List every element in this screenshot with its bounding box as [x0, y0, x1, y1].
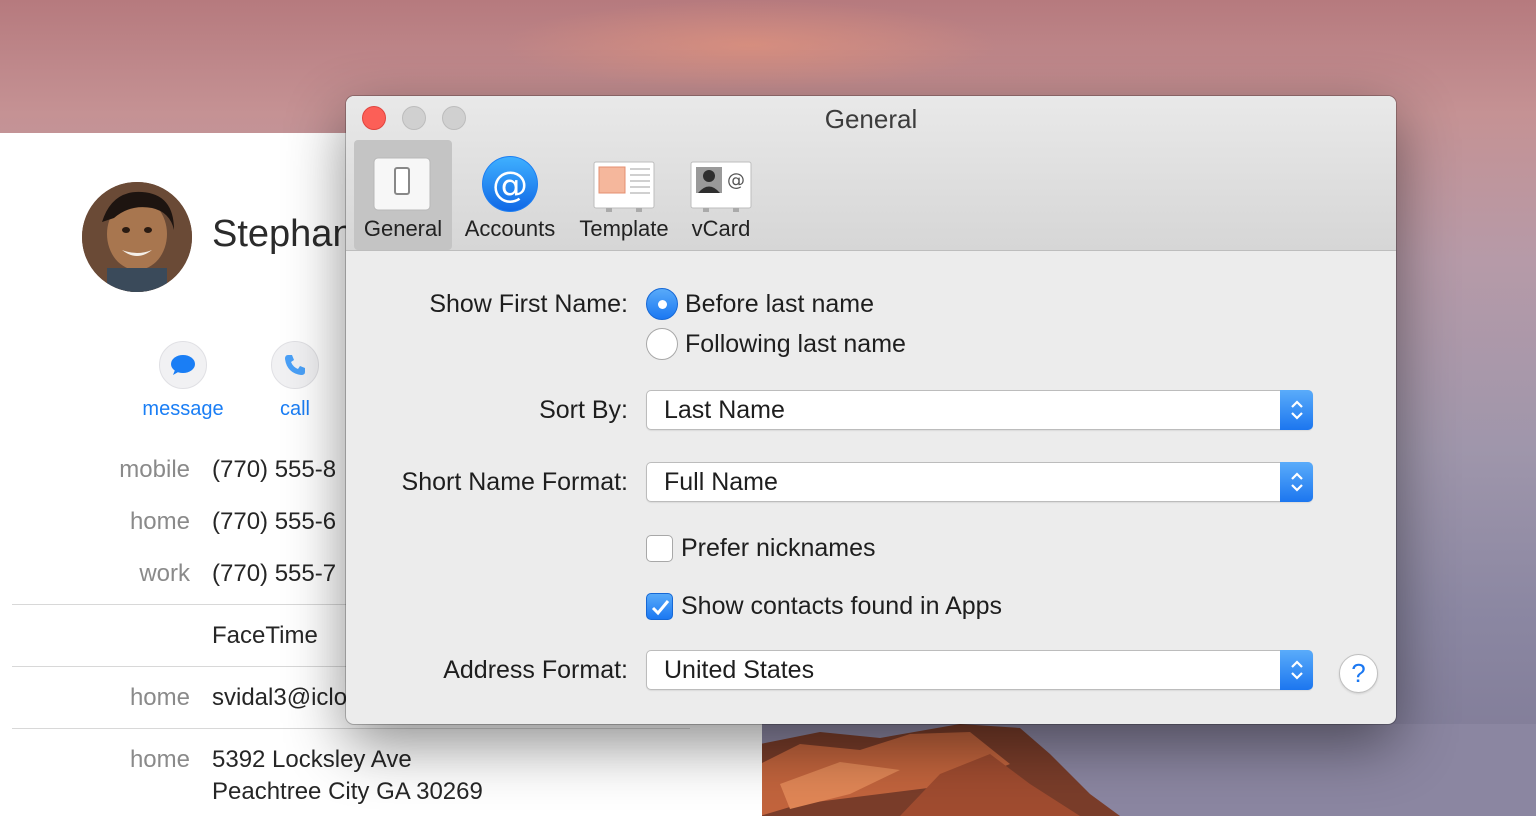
show-contacts-found-label[interactable]: Show contacts found in Apps	[681, 592, 1002, 621]
message-action[interactable]: message	[133, 341, 233, 421]
short-name-format-select[interactable]: Full Name	[646, 462, 1313, 502]
address-line1[interactable]: 5392 Locksley Ave	[212, 746, 412, 774]
short-name-format-label: Short Name Format:	[401, 468, 628, 496]
tab-general-label: General	[363, 216, 443, 241]
wallpaper-mountain	[760, 724, 1536, 816]
switch-icon	[371, 148, 435, 212]
call-action[interactable]: call	[245, 341, 345, 421]
radio-before-last-name[interactable]	[646, 288, 678, 320]
chevron-updown-icon	[1280, 650, 1313, 690]
vcard-icon: @	[689, 148, 753, 212]
chevron-updown-icon	[1280, 462, 1313, 502]
at-sign-icon: @	[478, 148, 542, 212]
facetime-link[interactable]: FaceTime	[212, 622, 318, 650]
radio-following-last-name-label[interactable]: Following last name	[685, 330, 906, 359]
address-format-label: Address Format:	[443, 656, 628, 684]
chevron-updown-icon	[1280, 390, 1313, 430]
phone-label: home	[129, 508, 190, 535]
message-label: message	[142, 398, 224, 420]
phone-label: mobile	[119, 456, 190, 483]
divider	[12, 728, 690, 729]
speech-bubble-icon	[159, 341, 207, 389]
radio-following-last-name[interactable]	[646, 328, 678, 360]
email-label: home	[129, 684, 190, 711]
tab-vcard-label: vCard	[691, 216, 751, 241]
sort-by-value: Last Name	[664, 396, 785, 424]
phone-value[interactable]: (770) 555-6	[212, 508, 336, 536]
phone-value[interactable]: (770) 555-7	[212, 560, 336, 588]
tab-template[interactable]: Template	[572, 140, 676, 250]
window-title: General	[824, 104, 918, 134]
tab-accounts[interactable]: @ Accounts	[458, 140, 562, 250]
titlebar: General General @ Accounts Template @ vC…	[346, 96, 1396, 251]
svg-text:@: @	[492, 165, 528, 206]
address-format-value: United States	[664, 656, 815, 684]
prefer-nicknames-label[interactable]: Prefer nicknames	[681, 534, 876, 563]
sort-by-label: Sort By:	[539, 396, 628, 424]
email-value[interactable]: svidal3@iclo	[212, 684, 347, 712]
tab-template-label: Template	[579, 216, 669, 241]
svg-text:@: @	[727, 170, 745, 191]
preferences-window: General General @ Accounts Template @ vC…	[346, 96, 1396, 724]
phone-label: work	[139, 560, 190, 587]
template-card-icon	[592, 148, 656, 212]
desktop-glow	[500, 0, 1000, 90]
address-line2[interactable]: Peachtree City GA 30269	[212, 778, 483, 806]
avatar	[82, 182, 192, 292]
sort-by-select[interactable]: Last Name	[646, 390, 1313, 430]
phone-value[interactable]: (770) 555-8	[212, 456, 336, 484]
tab-vcard[interactable]: @ vCard	[684, 140, 758, 250]
tab-general[interactable]: General	[354, 140, 452, 250]
address-format-select[interactable]: United States	[646, 650, 1313, 690]
help-button[interactable]: ?	[1339, 654, 1378, 693]
radio-before-last-name-label[interactable]: Before last name	[685, 290, 874, 319]
call-label: call	[279, 398, 310, 420]
show-contacts-found-checkbox[interactable]	[646, 593, 673, 620]
short-name-format-value: Full Name	[664, 468, 778, 496]
phone-icon	[271, 341, 319, 389]
show-first-name-label: Show First Name:	[429, 290, 628, 318]
tab-accounts-label: Accounts	[464, 216, 556, 241]
checkmark-icon	[651, 600, 670, 616]
address-label: home	[129, 746, 190, 773]
prefer-nicknames-checkbox[interactable]	[646, 535, 673, 562]
contact-name: Stephan	[212, 213, 354, 255]
